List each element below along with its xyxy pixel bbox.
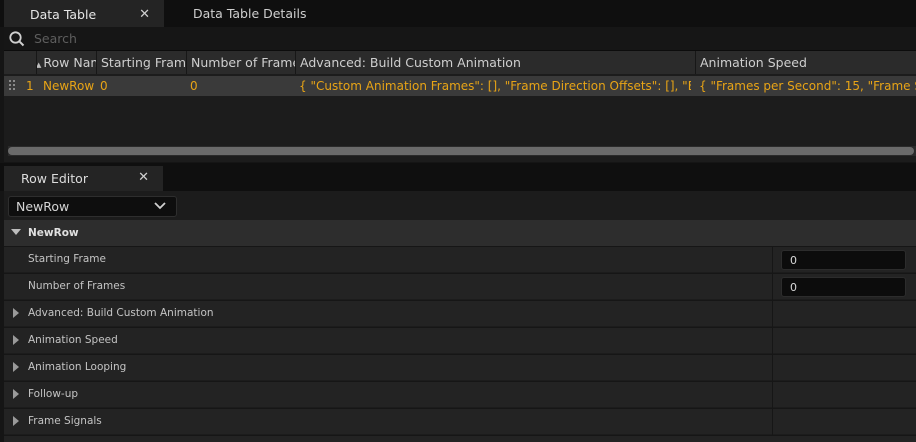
group-label: Animation Speed (28, 334, 118, 346)
property-row-starting-frame (4, 246, 916, 273)
group-label: Animation Looping (28, 361, 127, 373)
category-header[interactable] (4, 220, 916, 246)
column-header-row-name[interactable]: ▲Row Nam (37, 51, 97, 74)
expand-arrow-icon[interactable] (13, 416, 19, 426)
column-header-advanced[interactable]: Advanced: Build Custom Animation (296, 51, 696, 74)
cell-row-name[interactable]: NewRow (39, 76, 97, 96)
group-row-frame-signals[interactable] (4, 408, 916, 435)
drag-handle-icon[interactable] (9, 80, 17, 92)
expand-arrow-icon[interactable] (13, 389, 19, 399)
group-label: Frame Signals (28, 415, 102, 427)
category-label: NewRow (28, 227, 79, 239)
column-header-number-of-frames[interactable]: Number of Frames (187, 51, 296, 74)
tab-row-editor-label: Row Editor (21, 171, 88, 186)
tab-data-table-label: Data Table (30, 7, 97, 22)
property-label: Starting Frame (28, 253, 106, 265)
group-label: Advanced: Build Custom Animation (28, 307, 214, 319)
tab-data-table[interactable]: Data Table ✕ (4, 0, 164, 27)
chevron-down-icon (154, 202, 166, 210)
close-icon[interactable]: ✕ (138, 170, 149, 185)
group-row-follow-up[interactable] (4, 381, 916, 408)
divider (772, 274, 773, 300)
divider (772, 355, 773, 381)
cell-advanced[interactable]: { "Custom Animation Frames": [], "Frame … (295, 76, 691, 96)
expand-arrow-icon[interactable] (13, 362, 19, 372)
divider (772, 247, 773, 273)
cell-starting-frame[interactable]: 0 (96, 76, 186, 96)
row-select-value: NewRow (16, 199, 70, 214)
horizontal-scrollbar-thumb[interactable] (8, 147, 914, 155)
property-label: Number of Frames (28, 280, 126, 292)
divider (772, 301, 773, 327)
divider (772, 382, 773, 408)
collapse-arrow-icon[interactable] (11, 229, 21, 235)
divider (772, 409, 773, 435)
group-row-animation-looping[interactable] (4, 354, 916, 381)
tab-row-editor[interactable]: Row Editor ✕ (4, 166, 163, 191)
expand-arrow-icon[interactable] (13, 335, 19, 345)
group-label: Follow-up (28, 388, 79, 400)
group-row-animation-speed[interactable] (4, 327, 916, 354)
tab-data-table-details[interactable]: Data Table Details (176, 0, 356, 27)
expand-arrow-icon[interactable] (13, 308, 19, 318)
row-index: 1 (26, 79, 34, 93)
column-header-label: Row Nam (43, 55, 97, 70)
column-header-animation-speed[interactable]: Animation Speed (696, 51, 916, 74)
column-header-starting-frame[interactable]: Starting Frame (97, 51, 187, 74)
tab-details-label: Data Table Details (193, 6, 307, 21)
search-icon (9, 31, 25, 47)
group-row-partial (4, 435, 916, 442)
divider (772, 328, 773, 354)
row-handle-header (4, 51, 37, 74)
property-row-number-of-frames (4, 273, 916, 300)
starting-frame-input[interactable] (781, 250, 906, 270)
close-icon[interactable]: ✕ (139, 7, 150, 22)
number-of-frames-input[interactable] (781, 277, 906, 297)
cell-number-of-frames[interactable]: 0 (186, 76, 295, 96)
cell-animation-speed[interactable]: { "Frames per Second": 15, "Frame Speed (695, 76, 916, 96)
row-select-dropdown[interactable]: NewRow (8, 196, 177, 217)
search-input[interactable] (30, 28, 638, 48)
sort-ascending-icon: ▲ (37, 61, 41, 69)
